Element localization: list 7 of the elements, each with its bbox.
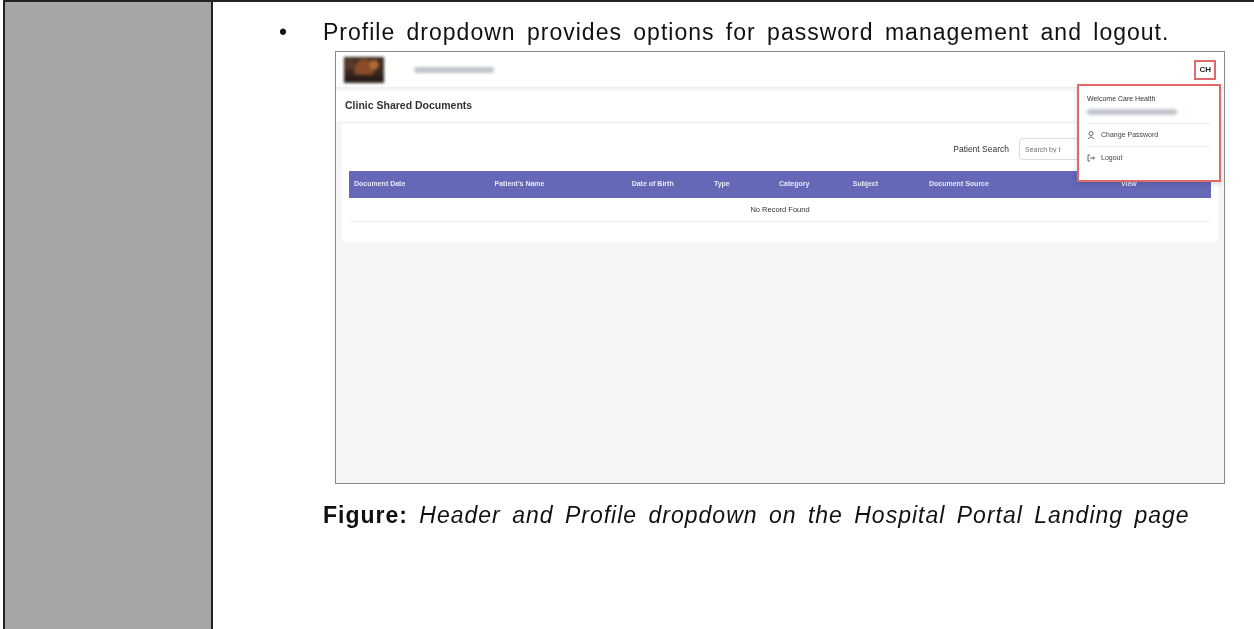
logout-icon xyxy=(1087,154,1095,163)
search-label: Patient Search xyxy=(953,142,1009,156)
paragraph: Profile dropdown provides options for password management and logout. xyxy=(323,19,1170,46)
avatar-button[interactable]: CH xyxy=(1194,59,1216,80)
user-icon xyxy=(1087,130,1095,139)
caption: Figure: Header and Profile dropdown on the Hospital Portal Landing page xyxy=(323,501,1191,530)
bullet: • xyxy=(279,19,290,46)
